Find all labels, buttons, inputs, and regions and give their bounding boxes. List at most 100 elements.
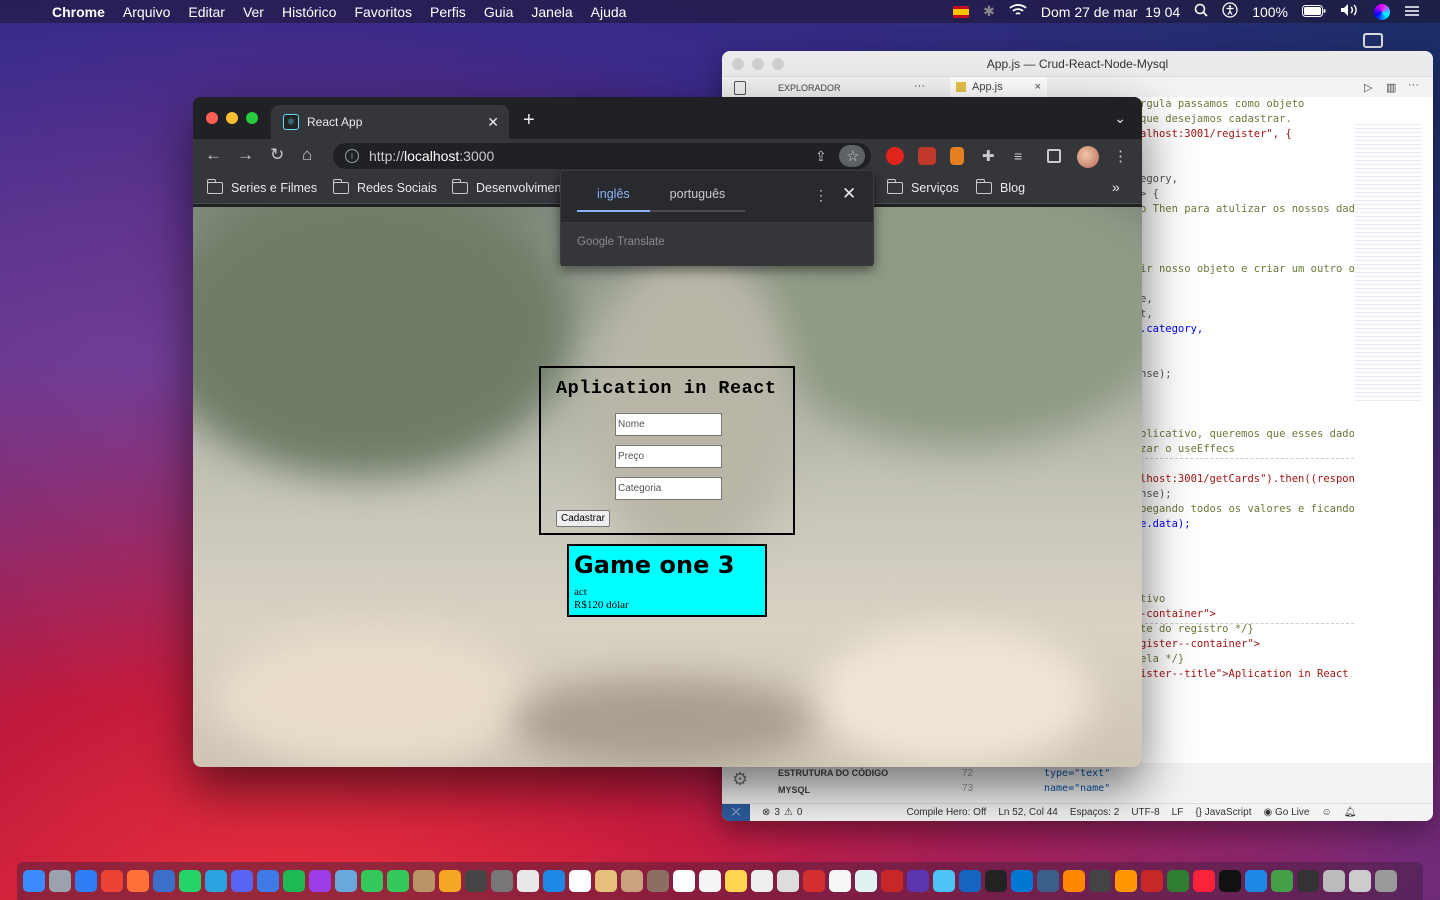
messages-dock-icon[interactable] [387, 870, 409, 892]
extension-icon[interactable] [918, 147, 936, 165]
vscode-explorer-more-icon[interactable]: ··· [914, 80, 925, 92]
address-bar[interactable]: i http://localhost:3000 [333, 143, 871, 169]
price-input[interactable] [615, 445, 722, 468]
menu-historico[interactable]: Histórico [282, 4, 336, 20]
battery-percent[interactable]: 100% [1252, 4, 1288, 20]
app-dock-icon[interactable] [829, 870, 851, 892]
chrome-minimize-button[interactable] [226, 112, 238, 124]
acrobat-dock-icon[interactable] [803, 870, 825, 892]
siri-icon[interactable] [1374, 3, 1390, 20]
bookmark-folder-dev[interactable]: Desenvolvimen [451, 179, 561, 195]
menu-favoritos[interactable]: Favoritos [354, 4, 412, 20]
vscode-minimap[interactable] [1354, 121, 1422, 401]
app-dock-icon[interactable] [1141, 870, 1163, 892]
eol-status[interactable]: LF [1172, 807, 1184, 818]
translate-options-icon[interactable]: ⋮ [814, 187, 828, 204]
tv-dock-icon[interactable] [1219, 870, 1241, 892]
chrome-tab-react-app[interactable]: ⚛ React App ✕ [271, 105, 509, 139]
chrome-zoom-button[interactable] [246, 112, 258, 124]
menu-app-name[interactable]: Chrome [52, 4, 105, 20]
facetime-dock-icon[interactable] [361, 870, 383, 892]
register-button[interactable]: Cadastrar [556, 510, 610, 527]
menubar-datetime[interactable]: Dom 27 de mar 19 04 [1041, 4, 1180, 20]
app-dock-icon[interactable] [855, 870, 877, 892]
indentation-status[interactable]: Espaços: 2 [1070, 807, 1119, 818]
vscode-code-editor[interactable]: rgula passamos como objeto que desejamos … [1140, 97, 1354, 807]
preview-dock-icon[interactable] [335, 870, 357, 892]
volume-icon[interactable] [1340, 3, 1360, 20]
control-center-icon[interactable] [1404, 4, 1420, 20]
vscode-close-button[interactable] [732, 57, 744, 70]
compile-hero-status[interactable]: Compile Hero: Off [906, 807, 986, 818]
photos-dock-icon[interactable] [439, 870, 461, 892]
cursor-position[interactable]: Ln 52, Col 44 [998, 807, 1058, 818]
filezilla-dock-icon[interactable] [881, 870, 903, 892]
menu-ajuda[interactable]: Ajuda [591, 4, 627, 20]
problems-indicator[interactable]: ⊗ 3 ⚠ 0 [762, 807, 802, 818]
notes-dock-icon[interactable] [725, 870, 747, 892]
menu-editar[interactable]: Editar [188, 4, 225, 20]
menu-perfis[interactable]: Perfis [430, 4, 466, 20]
menu-arquivo[interactable]: Arquivo [123, 4, 170, 20]
safari-dock-icon[interactable] [75, 870, 97, 892]
vscode-settings-gear-icon[interactable]: ⚙ [732, 769, 748, 790]
remote-indicator-icon[interactable]: ⤫ [722, 803, 750, 821]
profile-avatar[interactable] [1077, 146, 1099, 168]
vscode-split-editor-icon[interactable]: ▥ [1386, 81, 1396, 94]
site-info-icon[interactable]: i [345, 149, 359, 163]
tab-search-chevron-icon[interactable]: ⌄ [1114, 110, 1126, 127]
side-panel-icon[interactable] [1047, 149, 1061, 163]
outline-section[interactable]: ESTRUTURA DO CÓDIGO [778, 768, 888, 778]
app-dock-icon[interactable] [595, 870, 617, 892]
screen-sharing-icon[interactable] [1363, 33, 1383, 48]
wifi-icon[interactable] [1009, 3, 1027, 20]
app-dock-icon[interactable] [465, 870, 487, 892]
name-input[interactable] [615, 413, 722, 436]
app-dock-icon[interactable] [751, 870, 773, 892]
forward-button[interactable]: → [237, 145, 254, 165]
bookmark-folder-series[interactable]: Series e Filmes [206, 179, 317, 195]
podcasts-dock-icon[interactable] [309, 870, 331, 892]
finder-dock-icon[interactable] [23, 870, 45, 892]
app-dock-icon[interactable] [907, 870, 929, 892]
spotify-dock-icon[interactable] [283, 870, 305, 892]
translate-close-icon[interactable]: ✕ [842, 184, 856, 204]
home-button[interactable]: ⌂ [302, 145, 312, 165]
reminders-dock-icon[interactable] [699, 870, 721, 892]
activity-dock-icon[interactable] [1297, 870, 1319, 892]
discord-dock-icon[interactable] [231, 870, 253, 892]
reload-button[interactable]: ↻ [270, 145, 284, 165]
vlc-dock-icon[interactable] [1063, 870, 1085, 892]
bookmarks-overflow-button[interactable]: » [1112, 179, 1120, 195]
bookmark-folder-blog[interactable]: Blog [975, 179, 1025, 195]
mysql-section[interactable]: MYSQL [778, 785, 810, 795]
app-dock-icon[interactable] [621, 870, 643, 892]
extensions-puzzle-icon[interactable]: ✚ [982, 147, 995, 165]
chrome-menu-icon[interactable]: ⋮ [1113, 147, 1128, 165]
feedback-icon[interactable]: ☺ [1321, 807, 1331, 818]
reading-list-icon[interactable]: ≡ [1014, 148, 1022, 164]
vscode-tab-app-js[interactable]: App.js × [950, 77, 1048, 97]
whatsapp-dock-icon[interactable] [179, 870, 201, 892]
back-button[interactable]: ← [205, 145, 222, 165]
bookmark-star-icon[interactable]: ☆ [846, 147, 859, 165]
game-card[interactable]: Game one 3 act R$120 dólar [567, 544, 767, 617]
app-dock-icon[interactable] [933, 870, 955, 892]
appstore-dock-icon[interactable] [1245, 870, 1267, 892]
vscode-minimize-button[interactable] [752, 57, 764, 70]
go-live-button[interactable]: ◉ Go Live [1263, 807, 1309, 818]
bookmark-folder-servicos[interactable]: Serviços [886, 179, 959, 195]
extension-icon[interactable] [950, 147, 964, 165]
vscode-tab-close-icon[interactable]: × [1035, 81, 1041, 93]
spotlight-search-icon[interactable] [1194, 3, 1208, 20]
notifications-bell-icon[interactable]: 🔔︎ [1344, 807, 1357, 818]
vscode-dock-icon[interactable] [1011, 870, 1033, 892]
app-dock-icon[interactable] [1323, 870, 1345, 892]
accessibility-icon[interactable] [1222, 2, 1238, 21]
qbittorrent-dock-icon[interactable] [153, 870, 175, 892]
notion-dock-icon[interactable] [569, 870, 591, 892]
chrome-close-button[interactable] [206, 112, 218, 124]
contacts-dock-icon[interactable] [413, 870, 435, 892]
teamviewer-dock-icon[interactable] [543, 870, 565, 892]
translate-tab-source[interactable]: inglês [577, 187, 650, 212]
